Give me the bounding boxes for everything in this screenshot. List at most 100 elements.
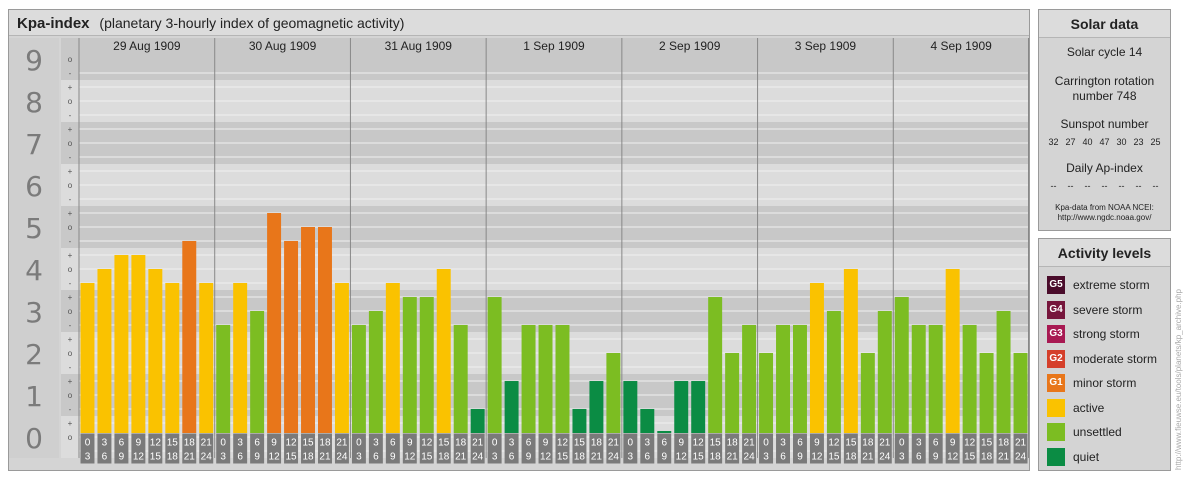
interval-end-label: 3: [628, 452, 634, 463]
interval-start-label: 15: [302, 438, 314, 449]
interval-end-label: 6: [102, 452, 108, 463]
legend-swatch: G5: [1047, 276, 1065, 294]
kp-bar: [419, 297, 434, 433]
interval-start-label: 15: [981, 438, 993, 449]
interval-end-label: 24: [744, 452, 756, 463]
legend-item: active: [1047, 398, 1104, 418]
kp-bar: [691, 381, 706, 433]
y-tick-label: 5: [25, 212, 43, 245]
interval-end-label: 12: [133, 452, 145, 463]
legend-swatch: [1047, 398, 1065, 417]
interval-start-label: 15: [167, 438, 179, 449]
interval-start-label: 9: [136, 438, 142, 449]
kp-bar: [606, 353, 621, 433]
interval-end-label: 3: [763, 452, 769, 463]
kp-bar: [284, 240, 299, 433]
interval-end-label: 12: [676, 452, 688, 463]
interval-end-label: 6: [916, 452, 922, 463]
data-source-link[interactable]: http://www.ngdc.noaa.gov/: [1039, 213, 1170, 223]
y-tick-label: 6: [25, 170, 43, 203]
interval-start-label: 21: [336, 438, 348, 449]
interval-start-label: 9: [543, 438, 549, 449]
interval-start-label: 21: [472, 438, 484, 449]
kp-bar: [504, 381, 519, 433]
ap-index-values: -- -- -- -- -- -- --: [1039, 181, 1170, 191]
kp-bar: [640, 408, 655, 433]
kp-bar: [555, 324, 570, 433]
legend-label: active: [1073, 400, 1105, 415]
interval-end-label: 21: [727, 452, 739, 463]
y-tick-label: 9: [25, 44, 43, 77]
kp-bar: [487, 297, 502, 433]
kp-bar: [80, 282, 95, 433]
kp-bar: [894, 297, 909, 433]
interval-end-label: 9: [119, 452, 125, 463]
legend-label: minor storm: [1073, 376, 1137, 390]
interval-end-label: 9: [526, 452, 532, 463]
solar-data-title: Solar data: [1039, 10, 1170, 38]
kp-bar: [402, 297, 417, 433]
kp-bar: [860, 353, 875, 433]
legend-label: severe storm: [1073, 302, 1143, 317]
data-source-label: Kpa-data from NOAA NCEI:: [1055, 203, 1154, 212]
legend-item: G4 severe storm: [1047, 300, 1142, 320]
interval-start-label: 21: [608, 438, 620, 449]
interval-start-label: 6: [661, 438, 667, 449]
interval-start-label: 3: [509, 438, 515, 449]
kp-bar: [623, 381, 638, 433]
interval-start-label: 15: [710, 438, 722, 449]
interval-start-label: 3: [916, 438, 922, 449]
interval-end-label: 24: [1015, 452, 1027, 463]
interval-end-label: 3: [899, 452, 905, 463]
solar-data-panel: Solar data Solar cycle 14 Carrington rot…: [1038, 9, 1171, 231]
kp-bar: [793, 324, 807, 433]
interval-start-label: 0: [85, 438, 91, 449]
legend-item: G3 strong storm: [1047, 324, 1140, 344]
interval-start-label: 12: [828, 438, 840, 449]
legend-item: G1 minor storm: [1047, 373, 1136, 393]
y-subtick-label: -: [69, 111, 72, 120]
interval-start-label: 3: [102, 438, 108, 449]
kp-bar: [114, 255, 129, 433]
interval-end-label: 21: [455, 452, 467, 463]
legend-item: quiet: [1047, 447, 1099, 467]
interval-end-label: 15: [557, 452, 569, 463]
kp-bar: [131, 255, 146, 433]
kp-bar: [877, 311, 892, 433]
interval-end-label: 18: [574, 452, 586, 463]
kp-chart: 0123456789o+-o+-o+-o+-o+-o+-o+-o+-o+-o29…: [9, 38, 1029, 464]
kp-bar: [351, 324, 366, 433]
legend-swatch: [1047, 447, 1065, 466]
interval-end-label: 12: [269, 452, 281, 463]
interval-end-label: 9: [661, 452, 667, 463]
kp-bar: [826, 311, 841, 433]
kp-bar: [996, 311, 1011, 433]
interval-end-label: 6: [780, 452, 786, 463]
interval-end-label: 9: [933, 452, 939, 463]
kp-bar: [436, 269, 451, 433]
interval-end-label: 12: [540, 452, 552, 463]
day-label: 2 Sep 1909: [659, 39, 721, 53]
interval-end-label: 18: [845, 452, 857, 463]
sunspot-value: 32: [1048, 137, 1059, 147]
kp-bar: [843, 269, 858, 433]
interval-end-label: 12: [404, 452, 416, 463]
y-subtick-label: o: [68, 433, 73, 442]
y-subtick-label: -: [69, 195, 72, 204]
interval-end-label: 9: [254, 452, 260, 463]
interval-start-label: 3: [645, 438, 651, 449]
sunspot-values: 32 27 40 47 30 23 25: [1039, 137, 1170, 147]
legend-label: strong storm: [1073, 327, 1140, 341]
interval-end-label: 21: [998, 452, 1010, 463]
legend-swatch: G4: [1047, 300, 1065, 319]
interval-end-label: 9: [390, 452, 396, 463]
y-subtick-label: -: [69, 237, 72, 246]
interval-start-label: 15: [845, 438, 857, 449]
interval-start-label: 18: [184, 438, 196, 449]
interval-start-label: 0: [356, 438, 362, 449]
carrington-rotation-number: number 748: [1072, 89, 1137, 103]
activity-levels-panel: Activity levels G5 extreme storm G4 severe …: [1038, 238, 1171, 471]
interval-end-label: 24: [608, 452, 620, 463]
kp-bar: [725, 353, 740, 433]
y-subtick-label: o: [68, 307, 73, 316]
